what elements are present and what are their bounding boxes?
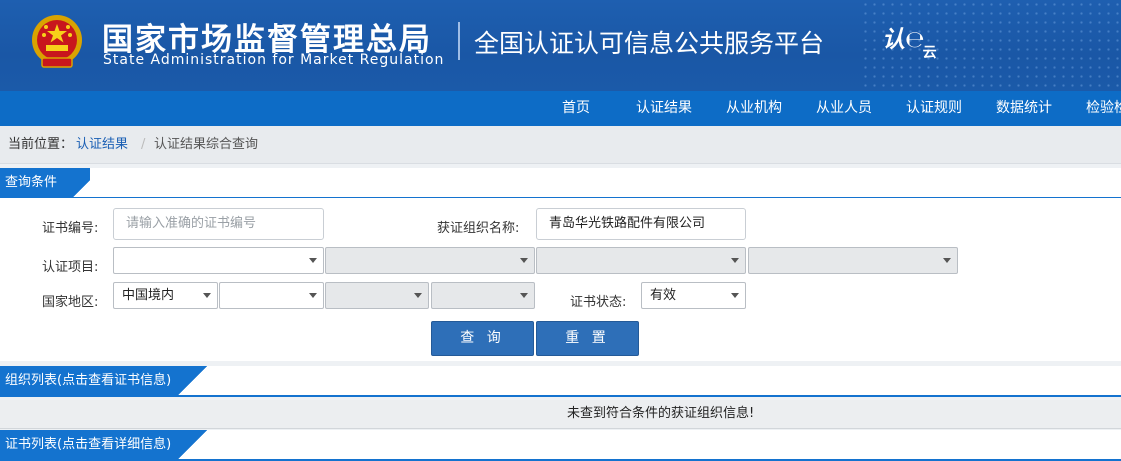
org-name-input[interactable]: 青岛华光铁路配件有限公司 [536,208,746,240]
cert-no-input[interactable]: 请输入准确的证书编号 [113,208,324,240]
region-select-district[interactable] [431,282,535,309]
platform-title: 全国认证认可信息公共服务平台 [474,29,825,58]
agency-name-en: State Administration for Market Regulati… [103,52,445,68]
nav-item-statistics[interactable]: 数据统计 [996,91,1052,126]
project-label: 认证项目: [42,260,99,275]
nav-item-institutions[interactable]: 从业机构 [726,91,782,126]
nav-item-inspection[interactable]: 检验检 [1086,91,1121,126]
chevron-down-icon [309,293,317,298]
logo-main-text: 认 [882,27,905,53]
search-button[interactable]: 查 询 [431,321,534,356]
main-nav: 首页 认证结果 从业机构 从业人员 认证规则 数据统计 检验检 [0,91,1121,126]
breadcrumb-current: 认证结果综合查询 [154,137,259,152]
org-list-empty-row: 未查到符合条件的获证组织信息! [0,400,1121,429]
chevron-down-icon [943,258,951,263]
region-select-city[interactable] [325,282,429,309]
project-select-1[interactable] [113,247,324,274]
breadcrumb-separator: / [141,137,146,152]
query-section-title: 查询条件 [0,168,90,197]
nav-item-cert-rules[interactable]: 认证规则 [906,91,962,126]
region-select-province[interactable] [219,282,324,309]
breadcrumb: 当前位置： 认证结果 / 认证结果综合查询 [0,126,1121,164]
national-emblem-icon [32,15,82,68]
nav-item-home[interactable]: 首页 [562,91,590,126]
chevron-down-icon [520,293,528,298]
org-list-section-title: 组织列表(点击查看证书信息) [0,366,212,395]
project-select-2[interactable] [325,247,535,274]
platform-logo: 认℮云 [882,20,939,61]
org-list-section-header: 组织列表(点击查看证书信息) [0,366,1121,397]
org-name-label: 获证组织名称: [437,221,520,236]
status-select[interactable]: 有效 [641,282,746,309]
nav-item-cert-results[interactable]: 认证结果 [636,91,692,126]
breadcrumb-prefix: 当前位置： [8,137,74,152]
region-select-country[interactable]: 中国境内 [113,282,218,309]
cert-no-label: 证书编号: [42,221,99,236]
chevron-down-icon [203,293,211,298]
status-select-value: 有效 [650,288,677,303]
cert-list-section-title: 证书列表(点击查看详细信息) [0,430,212,459]
chevron-down-icon [414,293,422,298]
nav-item-personnel[interactable]: 从业人员 [816,91,872,126]
project-select-4[interactable] [748,247,958,274]
chevron-down-icon [520,258,528,263]
site-header: 国家市场监督管理总局 State Administration for Mark… [0,0,1121,91]
project-select-3[interactable] [536,247,746,274]
breadcrumb-link-cert-results[interactable]: 认证结果 [76,126,128,163]
org-list-empty-message: 未查到符合条件的获证组织信息! [567,406,755,421]
logo-sub-text: 云 [922,45,937,61]
query-section-header: 查询条件 [0,168,1121,199]
region-select-value: 中国境内 [122,288,175,303]
chevron-down-icon [731,258,739,263]
reset-button[interactable]: 重 置 [536,321,639,356]
chevron-down-icon [309,258,317,263]
chevron-down-icon [731,293,739,298]
header-divider [458,22,460,60]
cert-list-section-header: 证书列表(点击查看详细信息) [0,430,1121,461]
logo-swirl-icon: ℮ [905,27,925,53]
region-label: 国家地区: [42,295,99,310]
status-label: 证书状态: [570,295,627,310]
